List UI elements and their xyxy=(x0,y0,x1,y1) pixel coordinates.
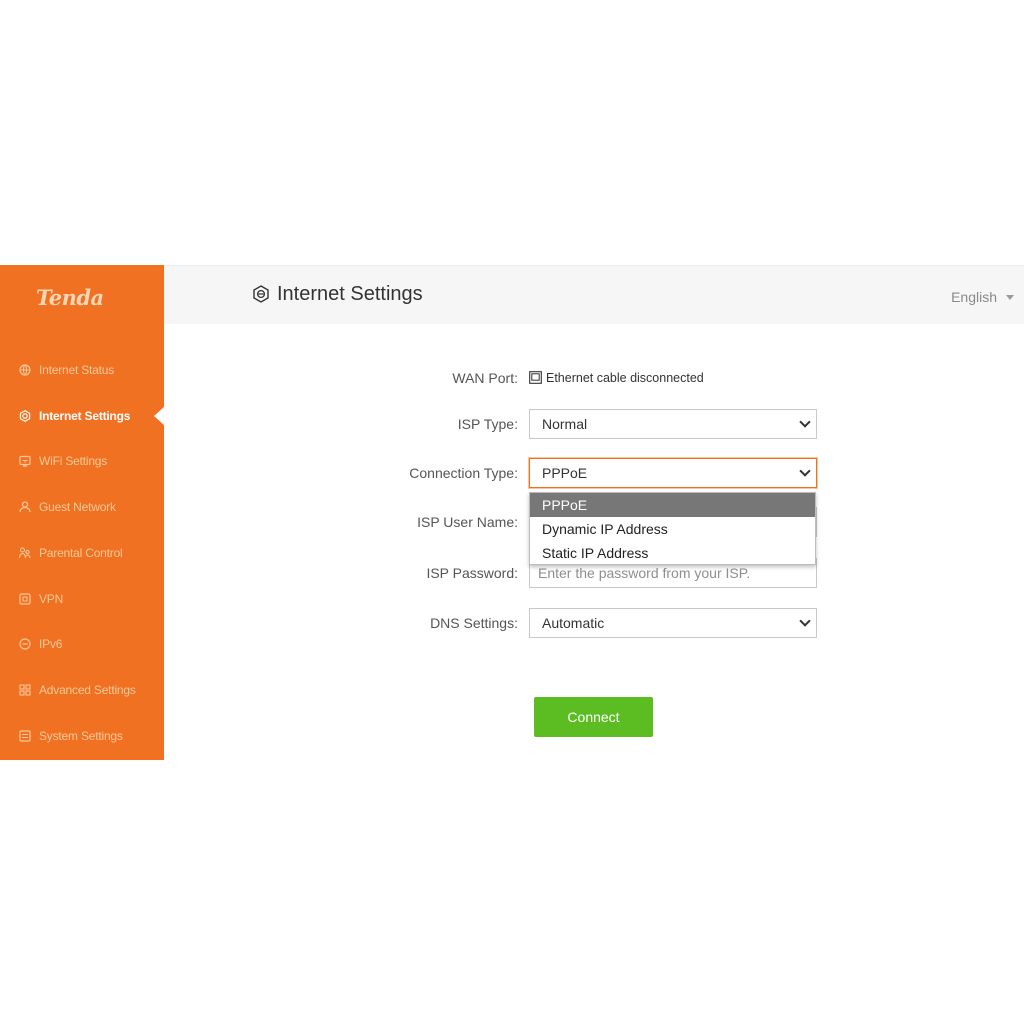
chevron-down-icon xyxy=(1006,294,1014,300)
connection-type-label: Connection Type: xyxy=(409,465,518,481)
language-label: English xyxy=(951,289,997,305)
sidebar-item-internet-settings[interactable]: Internet Settings xyxy=(0,393,164,439)
tenda-logo: Tenda xyxy=(36,285,104,310)
page-title: Internet Settings xyxy=(252,283,423,306)
chevron-down-icon xyxy=(799,416,811,428)
sidebar-item-label: Advanced Settings xyxy=(39,683,136,698)
isp-type-row: ISP Type: Normal xyxy=(164,409,1024,439)
connection-type-dropdown: PPPoE Dynamic IP Address Static IP Addre… xyxy=(529,492,816,565)
connect-button[interactable]: Connect xyxy=(534,697,653,737)
connection-type-value: PPPoE xyxy=(542,465,588,481)
sidebar-item-label: Parental Control xyxy=(39,545,123,560)
wan-port-label: WAN Port: xyxy=(452,370,518,386)
dropdown-option-pppoe[interactable]: PPPoE xyxy=(530,493,815,517)
page-header: Internet Settings English xyxy=(164,265,1024,324)
sidebar-item-internet-status[interactable]: Internet Status xyxy=(0,347,164,393)
isp-user-name-label: ISP User Name: xyxy=(417,514,518,530)
sidebar-item-parental-control[interactable]: Parental Control xyxy=(0,530,164,576)
wan-port-status-text: Ethernet cable disconnected xyxy=(546,371,704,385)
sidebar-item-label: Internet Settings xyxy=(39,408,131,423)
sidebar-item-label: Internet Status xyxy=(39,362,115,377)
sidebar-item-ipv6[interactable]: IPv6 xyxy=(0,622,164,668)
sidebar-item-label: VPN xyxy=(39,591,64,606)
guest-user-icon xyxy=(18,500,32,514)
grid-icon xyxy=(18,683,32,697)
ethernet-port-icon xyxy=(529,371,543,385)
sidebar-item-label: IPv6 xyxy=(39,637,63,652)
sidebar: Tenda Internet Status Internet Settings … xyxy=(0,265,164,760)
page-title-text: Internet Settings xyxy=(277,283,423,305)
dropdown-option-static-ip[interactable]: Static IP Address xyxy=(530,541,815,565)
ipv6-icon xyxy=(18,637,32,651)
sidebar-item-label: WiFi Settings xyxy=(39,454,108,469)
internet-settings-icon xyxy=(18,409,32,423)
isp-type-value: Normal xyxy=(542,416,588,432)
dns-settings-label: DNS Settings: xyxy=(430,615,518,631)
dns-settings-row: DNS Settings: Automatic xyxy=(164,608,1024,638)
wifi-settings-icon xyxy=(18,454,32,468)
sidebar-item-label: Guest Network xyxy=(39,500,116,515)
language-select[interactable]: English xyxy=(951,289,1014,305)
dns-settings-select[interactable]: Automatic xyxy=(529,608,817,638)
isp-type-select[interactable]: Normal xyxy=(529,409,817,439)
sidebar-item-advanced-settings[interactable]: Advanced Settings xyxy=(0,667,164,713)
dropdown-option-dynamic-ip[interactable]: Dynamic IP Address xyxy=(530,517,815,541)
vpn-icon xyxy=(18,592,32,606)
system-icon xyxy=(18,729,32,743)
globe-icon xyxy=(18,363,32,377)
chevron-down-icon xyxy=(799,465,811,477)
chevron-down-icon xyxy=(799,615,811,627)
internet-settings-icon xyxy=(252,284,272,305)
wan-port-row: WAN Port: Ethernet cable disconnected xyxy=(164,363,1024,393)
sidebar-item-system-settings[interactable]: System Settings xyxy=(0,713,164,759)
wan-port-status: Ethernet cable disconnected xyxy=(529,363,704,393)
isp-type-label: ISP Type: xyxy=(457,416,518,432)
sidebar-item-wifi-settings[interactable]: WiFi Settings xyxy=(0,439,164,485)
connection-type-select[interactable]: PPPoE xyxy=(529,458,817,488)
sidebar-item-guest-network[interactable]: Guest Network xyxy=(0,484,164,530)
sidebar-item-label: System Settings xyxy=(39,728,123,743)
isp-password-label: ISP Password: xyxy=(426,565,518,581)
parental-icon xyxy=(18,546,32,560)
connection-type-row: Connection Type: PPPoE xyxy=(164,458,1024,488)
dns-settings-value: Automatic xyxy=(542,615,605,631)
sidebar-item-vpn[interactable]: VPN xyxy=(0,576,164,622)
sidebar-nav: Internet Status Internet Settings WiFi S… xyxy=(0,347,164,759)
